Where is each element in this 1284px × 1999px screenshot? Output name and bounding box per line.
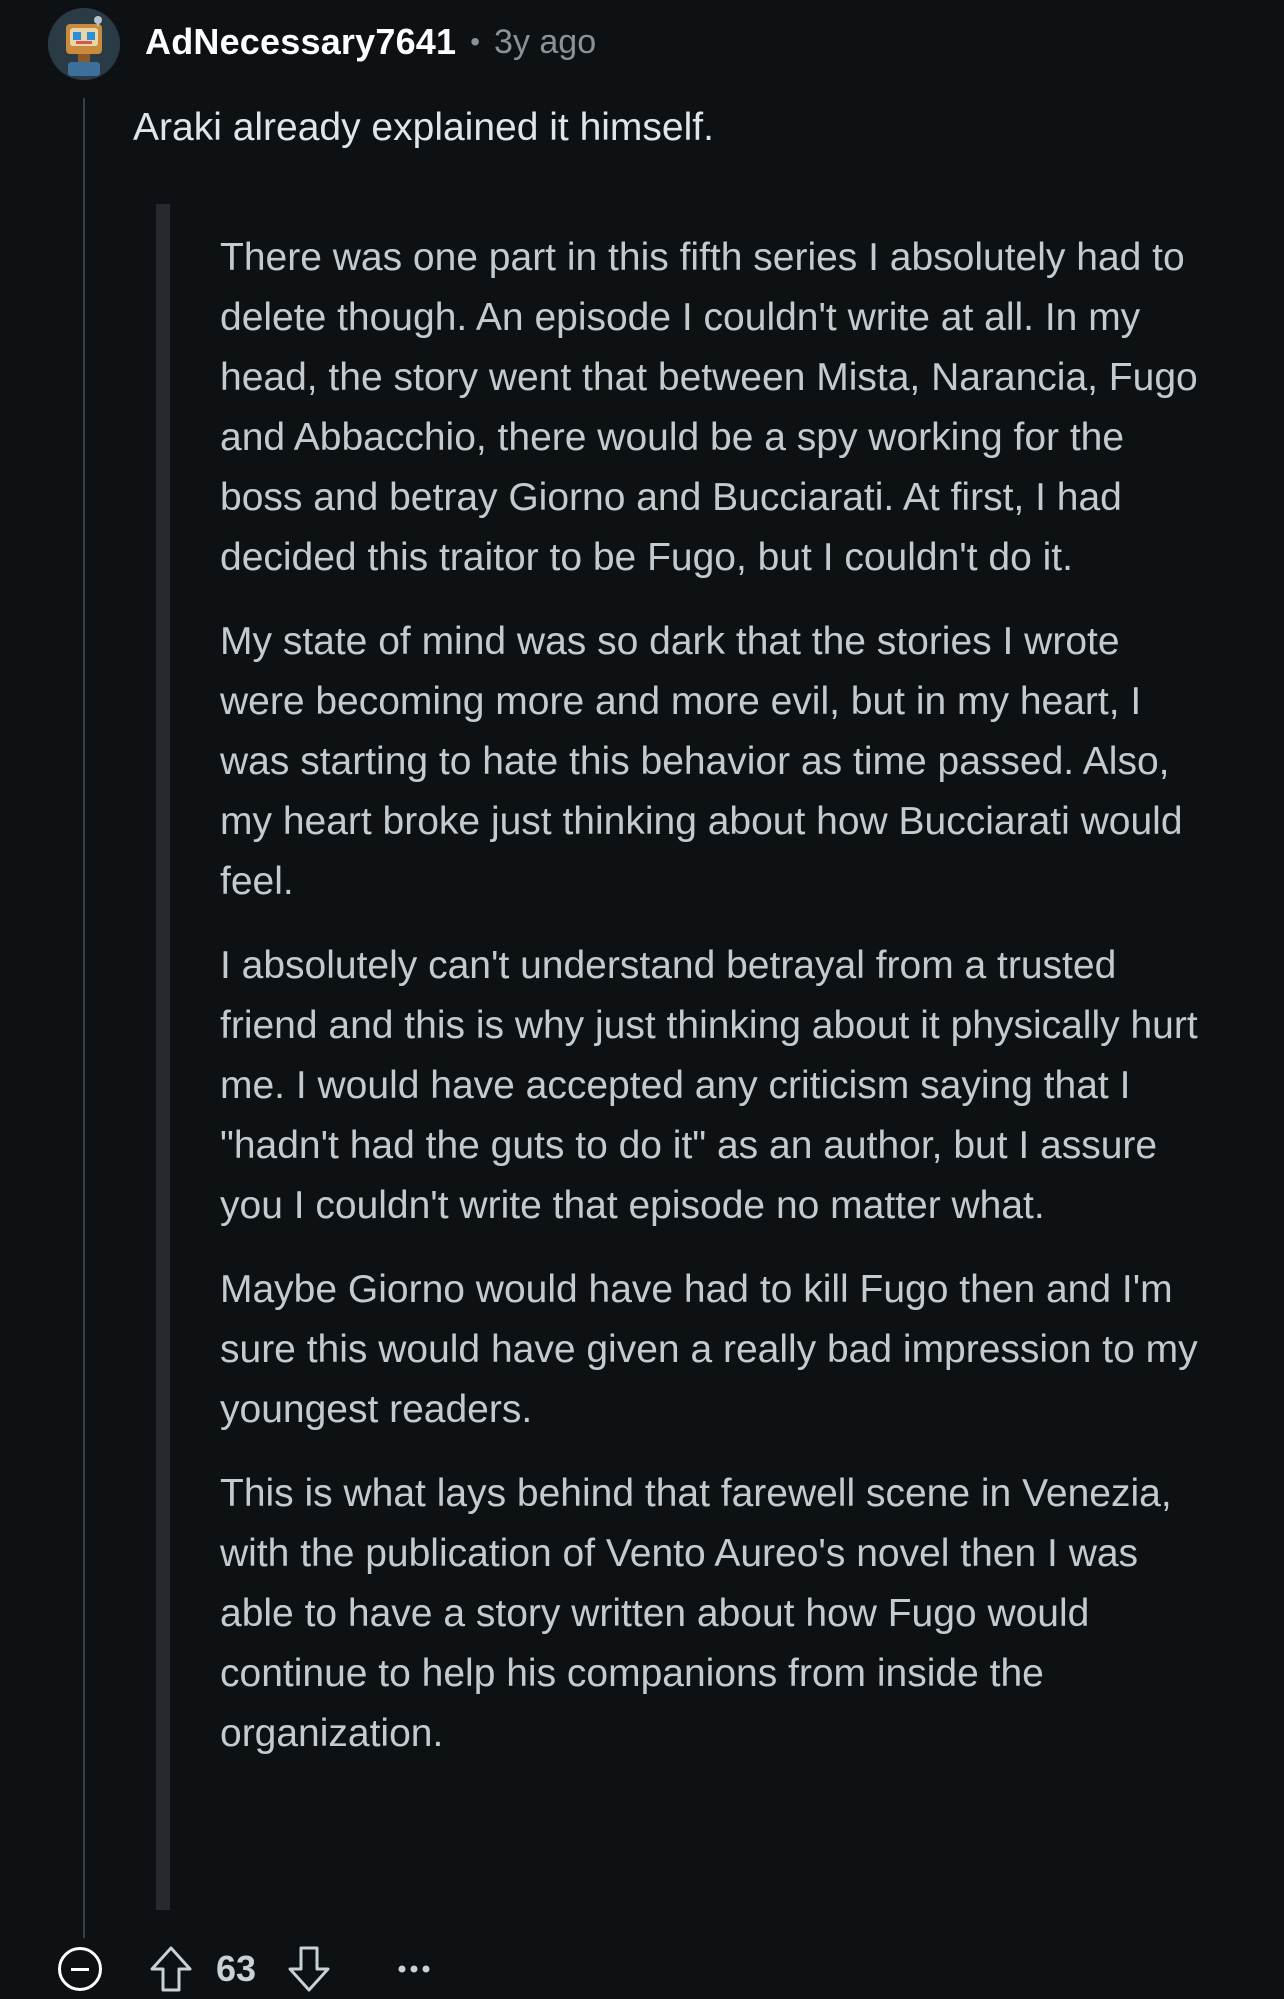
robot-avatar-icon <box>48 8 120 80</box>
downvote-button[interactable] <box>286 1945 332 1993</box>
comment-actions: 63 <box>58 1944 434 1994</box>
quote-paragraph: There was one part in this fifth series … <box>220 236 1198 579</box>
quote-paragraph: I absolutely can't understand betrayal f… <box>220 944 1198 1227</box>
more-options-icon <box>398 1965 430 1973</box>
thread-line[interactable] <box>83 98 85 1938</box>
timestamp[interactable]: 3y ago <box>494 23 596 62</box>
quote-bar <box>156 204 170 1910</box>
comment-body: Araki already explained it himself. <box>133 106 714 149</box>
upvote-button[interactable] <box>148 1945 194 1993</box>
vote-score: 63 <box>216 1948 257 1989</box>
quote-paragraph: This is what lays behind that farewell s… <box>220 1472 1172 1755</box>
comment-header: AdNecessary7641 • 3y ago <box>145 18 596 66</box>
upvote-arrow-icon <box>150 1946 192 1992</box>
collapse-minus-icon[interactable] <box>58 1947 102 1991</box>
separator-dot: • <box>470 26 481 57</box>
downvote-arrow-icon <box>288 1946 330 1992</box>
quote-paragraph: My state of mind was so dark that the st… <box>220 620 1183 903</box>
more-options-button[interactable] <box>394 1949 434 1989</box>
avatar[interactable] <box>48 8 120 80</box>
username[interactable]: AdNecessary7641 <box>145 21 456 63</box>
blockquote: There was one part in this fifth series … <box>220 228 1200 1788</box>
quote-paragraph: Maybe Giorno would have had to kill Fugo… <box>220 1268 1198 1431</box>
